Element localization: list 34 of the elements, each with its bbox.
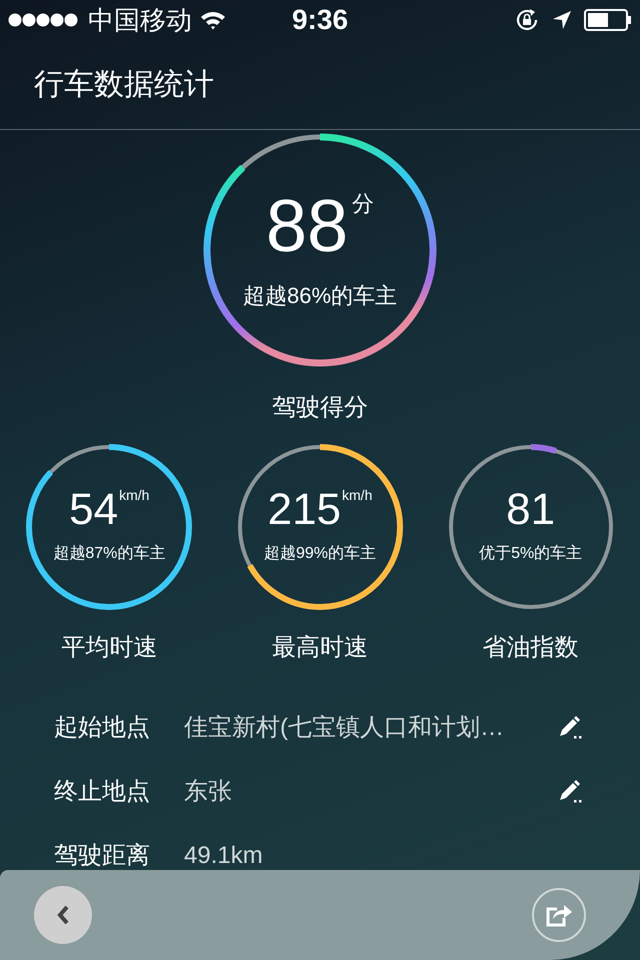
score-unit: 分 bbox=[352, 192, 374, 214]
gauge-label: 省油指数 bbox=[482, 633, 579, 663]
field-label: 起始地点 bbox=[54, 713, 151, 743]
wifi-icon bbox=[200, 10, 226, 30]
rotation-lock-icon bbox=[514, 7, 540, 33]
gauge-value: 81 bbox=[506, 488, 556, 532]
unit-label: km/h bbox=[342, 488, 372, 502]
gauge-label: 最高时速 bbox=[272, 633, 368, 663]
field-label: 驾驶距离 bbox=[54, 841, 151, 871]
field-label: 终止地点 bbox=[54, 777, 151, 807]
gauge-value: 215 bbox=[268, 488, 342, 532]
pencil-icon bbox=[558, 716, 584, 740]
field-value: 49.1km bbox=[184, 841, 263, 871]
gauge-value: 54 bbox=[69, 488, 118, 532]
clock-time: 9:36 bbox=[292, 6, 348, 34]
score-caption: 超越86%的车主 bbox=[242, 282, 398, 310]
gauge-caption: 优于5%的车主 bbox=[479, 544, 582, 564]
score-value: 88 bbox=[266, 188, 348, 262]
field-value: 佳宝新村(七宝镇人口和计划… bbox=[184, 713, 504, 743]
gauge-label: 平均时速 bbox=[61, 633, 158, 663]
score-label: 驾驶得分 bbox=[272, 393, 368, 423]
signal-icon bbox=[8, 13, 80, 27]
gauge-caption: 超越99%的车主 bbox=[264, 544, 376, 564]
battery-icon bbox=[584, 9, 632, 31]
location-arrow-icon bbox=[552, 10, 572, 30]
carrier-name: 中国移动 bbox=[88, 7, 192, 33]
unit-label: km/h bbox=[119, 488, 150, 502]
gauge-caption: 超越87%的车主 bbox=[53, 544, 166, 564]
field-value: 东张 bbox=[184, 777, 232, 807]
pencil-icon bbox=[558, 780, 584, 804]
page-title: 行车数据统计 bbox=[34, 67, 214, 103]
chevron-left-icon bbox=[56, 904, 70, 926]
share-icon bbox=[545, 903, 573, 927]
share-button[interactable] bbox=[532, 888, 586, 942]
